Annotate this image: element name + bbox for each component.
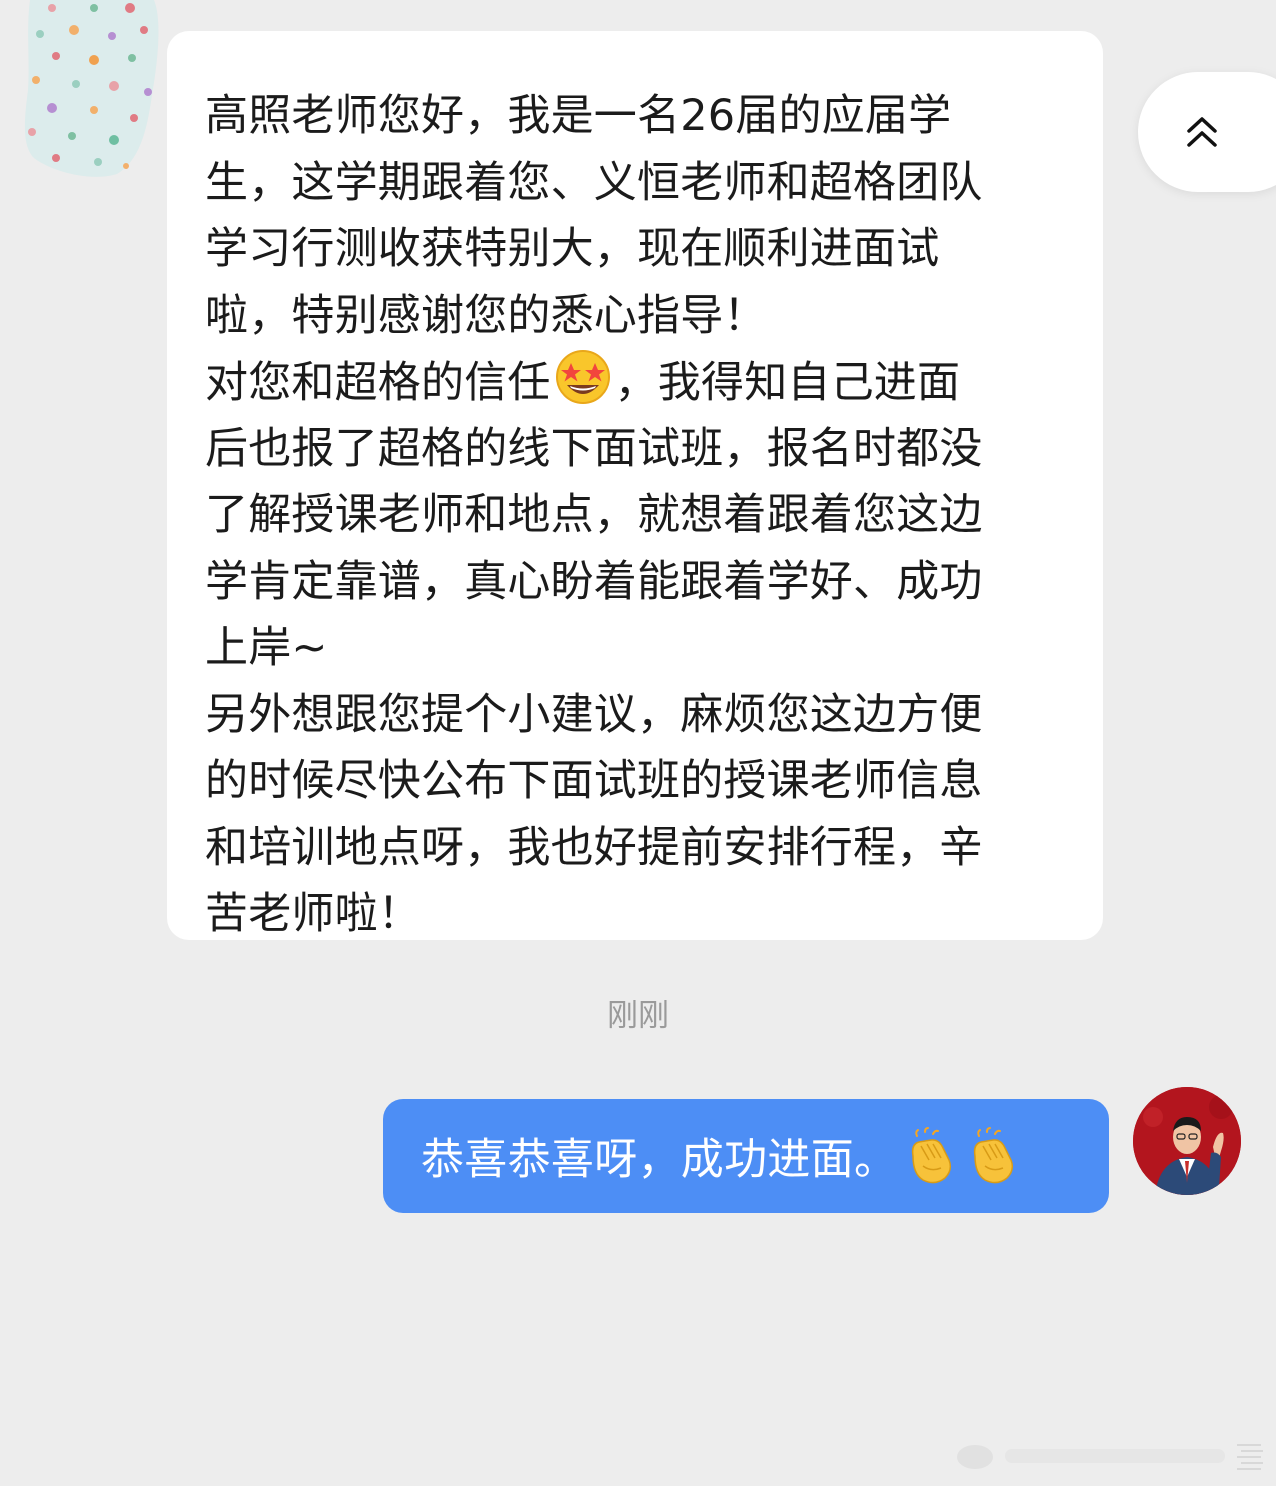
contact-avatar[interactable] bbox=[22, 0, 162, 178]
scroll-to-top-button[interactable] bbox=[1138, 72, 1276, 192]
polka-dot-avatar-icon bbox=[24, 0, 159, 177]
user-avatar[interactable] bbox=[1133, 1087, 1241, 1195]
outgoing-message-bubble[interactable]: 恭喜恭喜呀，成功进面。 bbox=[383, 1099, 1109, 1213]
outgoing-message-text: 恭喜恭喜呀，成功进面。 bbox=[421, 1135, 898, 1185]
clapping-hands-emoji-icon bbox=[912, 1127, 952, 1184]
clapping-hands-emoji-icon bbox=[974, 1127, 1014, 1184]
message-line-with-emoji: 对您和超格的信任 ，我得知自己进面 bbox=[205, 349, 1073, 416]
clapping-hands-emoji-group bbox=[903, 1126, 1027, 1186]
star-struck-emoji-icon bbox=[553, 349, 613, 425]
message-line: 高照老师您好，我是一名26届的应届学 bbox=[205, 91, 952, 141]
message-line: 后也报了超格的线下面试班，报名时都没 bbox=[205, 423, 983, 474]
message-text: 对您和超格的信任 bbox=[205, 358, 551, 408]
message-timestamp: 刚刚 bbox=[607, 998, 669, 1034]
message-line: 了解授课老师和地点，就想着跟着您这边 bbox=[205, 490, 983, 540]
message-line: 啦，特别感谢您的悉心指导！ bbox=[205, 290, 767, 341]
message-line: 另外想跟您提个小建议，麻烦您这边方便 bbox=[205, 689, 983, 740]
message-text: ，我得知自己进面 bbox=[614, 358, 961, 408]
incoming-message-bubble[interactable]: 高照老师您好，我是一名26届的应届学 生，这学期跟着您、义恒老师和超格团队 学习… bbox=[167, 31, 1103, 940]
message-line: 学肯定靠谱，真心盼着能跟着学好、成功 bbox=[205, 556, 983, 607]
message-line: 生，这学期跟着您、义恒老师和超格团队 bbox=[205, 157, 983, 208]
message-line: 苦老师啦！ bbox=[205, 889, 421, 939]
watermark-logo-icon bbox=[957, 1444, 1263, 1470]
watermark bbox=[945, 1437, 1270, 1477]
double-chevron-up-icon bbox=[1187, 117, 1217, 147]
message-line: 和培训地点呀，我也好提前安排行程，辛 bbox=[205, 822, 983, 873]
message-line: 上岸~ bbox=[205, 623, 328, 673]
user-photo-avatar-icon bbox=[1133, 1087, 1241, 1195]
message-line: 的时候尽快公布下面试班的授课老师信息 bbox=[205, 756, 983, 806]
message-line: 学习行测收获特别大，现在顺利进面试 bbox=[205, 224, 940, 274]
